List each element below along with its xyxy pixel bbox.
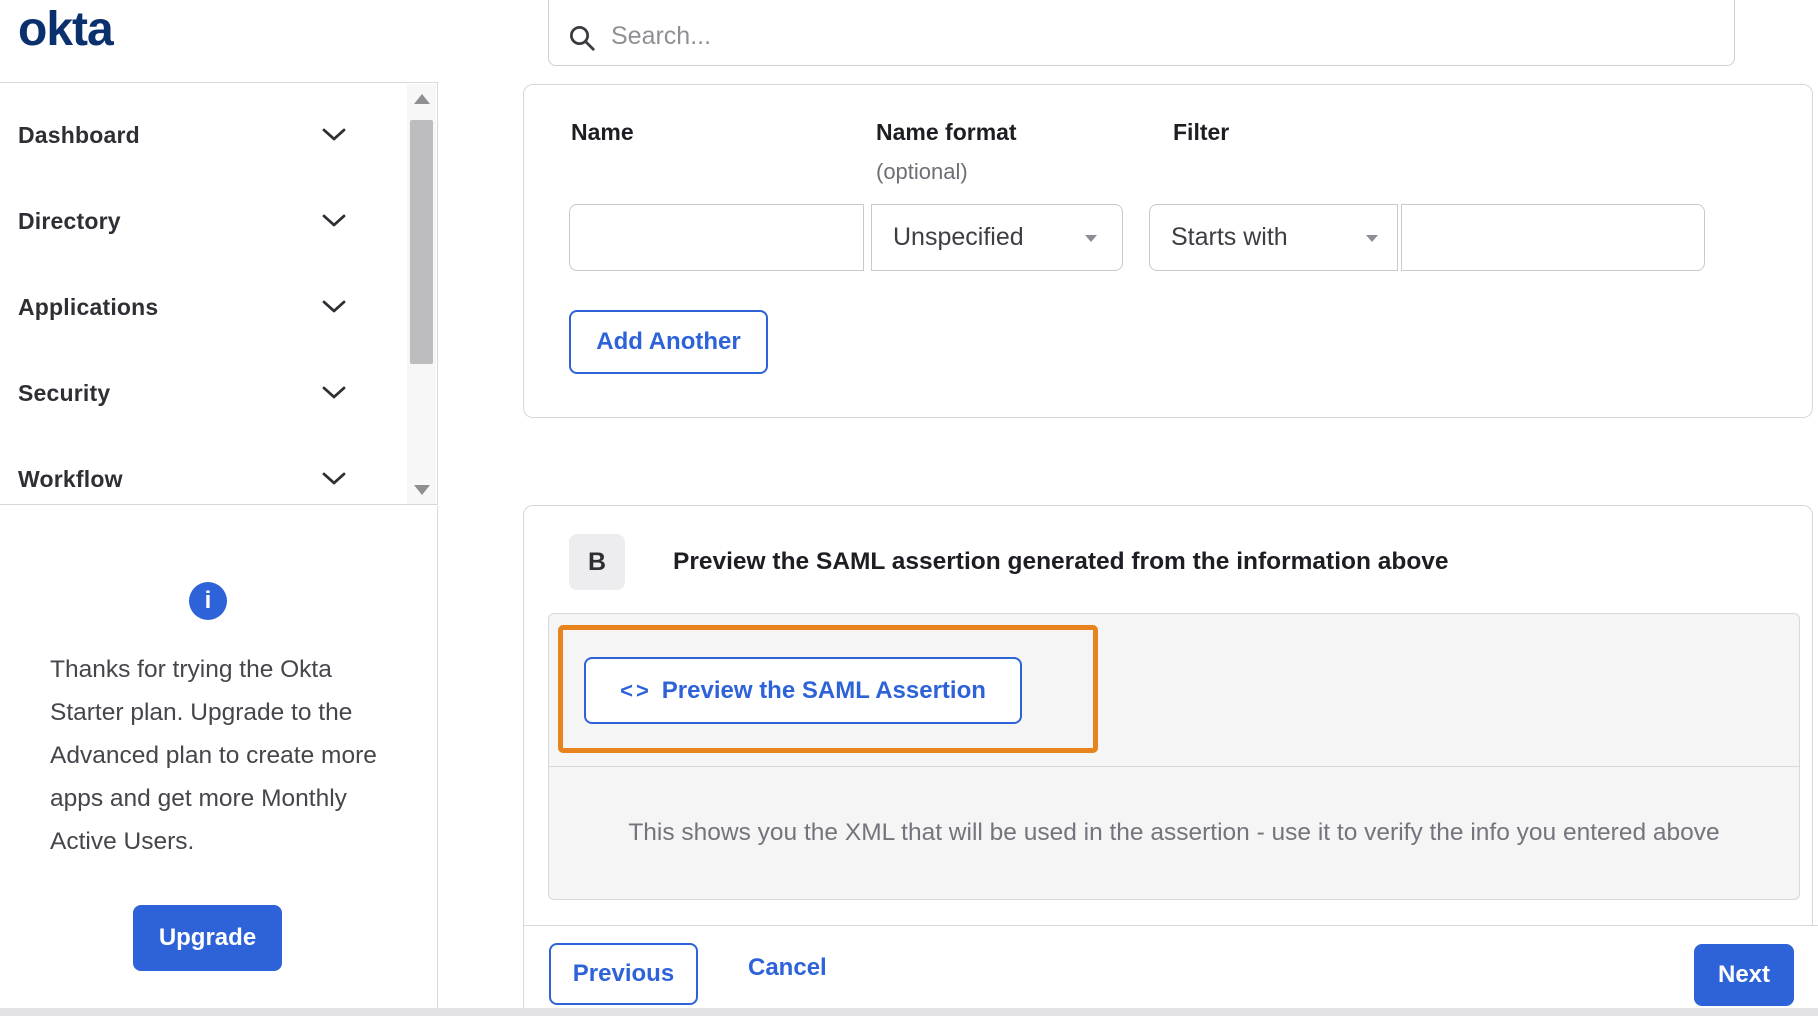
scrollbar-thumb[interactable] [410,120,433,364]
sidebar-item-applications[interactable]: Applications [0,264,408,350]
upgrade-panel: i Thanks for trying the Okta Starter pla… [0,506,438,1008]
search-input[interactable] [611,19,1716,53]
viewport-bottom-strip [0,1008,1818,1016]
wizard-footer: Previous Cancel Next [523,925,1818,1008]
global-search[interactable] [548,0,1735,66]
info-icon: i [189,582,227,620]
sidebar-item-label: Security [18,379,111,406]
upgrade-message: Thanks for trying the Okta Starter plan.… [50,656,377,855]
sidebar-item-workflow[interactable]: Workflow [0,436,408,504]
select-caret-icon [1085,234,1097,242]
sidebar-item-label: Workflow [18,465,123,492]
column-header-optional-note: (optional) [876,159,968,184]
column-header-name: Name [571,119,634,145]
previous-button[interactable]: Previous [549,943,698,1005]
sidebar-item-label: Dashboard [18,121,140,148]
chevron-down-icon [322,472,346,485]
preview-saml-assertion-button[interactable]: <> Preview the SAML Assertion [584,657,1022,724]
chevron-down-icon [322,300,346,313]
add-another-button[interactable]: Add Another [569,310,768,374]
code-icon: <> [620,677,652,703]
name-format-selected-value: Unspecified [893,223,1024,251]
okta-logo: okta [18,3,114,56]
preview-section-heading: Preview the SAML assertion generated fro… [673,548,1449,575]
scroll-down-arrow[interactable] [407,477,436,503]
upgrade-button[interactable]: Upgrade [133,905,282,971]
next-button[interactable]: Next [1694,944,1794,1006]
sidebar-nav: Dashboard Directory Applications Securit… [0,82,438,505]
cancel-link[interactable]: Cancel [748,926,827,1009]
sidebar-item-directory[interactable]: Directory [0,178,408,264]
filter-operator-select[interactable]: Starts with [1149,204,1398,271]
column-header-filter: Filter [1173,119,1230,145]
attribute-name-input[interactable] [569,204,864,271]
preview-panel-top: <> Preview the SAML Assertion [549,614,1799,766]
sidebar-item-security[interactable]: Security [0,350,408,436]
filter-operator-selected-value: Starts with [1171,223,1288,251]
search-icon [570,26,595,51]
attribute-statements-card: Name Name format (optional) Filter Unspe… [523,84,1813,418]
preview-panel: <> Preview the SAML Assertion This shows… [548,613,1800,900]
name-format-select[interactable]: Unspecified [871,204,1123,271]
select-caret-icon [1366,234,1378,242]
filter-value-input[interactable] [1401,204,1705,271]
step-b-badge: B [569,534,625,590]
preview-hint-text: This shows you the XML that will be used… [628,819,1720,846]
column-header-name-format: Name format [876,119,1017,145]
sidebar-item-label: Applications [18,293,159,320]
sidebar-scrollbar[interactable] [407,84,436,504]
preview-button-label: Preview the SAML Assertion [661,676,986,704]
sidebar-item-label: Directory [18,207,121,234]
sidebar-item-dashboard[interactable]: Dashboard [0,92,408,178]
chevron-down-icon [322,214,346,227]
preview-panel-hint-row: This shows you the XML that will be used… [549,766,1799,899]
sidebar-nav-list: Dashboard Directory Applications Securit… [0,92,408,504]
chevron-down-icon [322,128,346,141]
scroll-up-arrow[interactable] [407,86,436,112]
okta-admin-screen: okta Dashboard Directory Applications Se… [0,0,1818,1016]
chevron-down-icon [322,386,346,399]
